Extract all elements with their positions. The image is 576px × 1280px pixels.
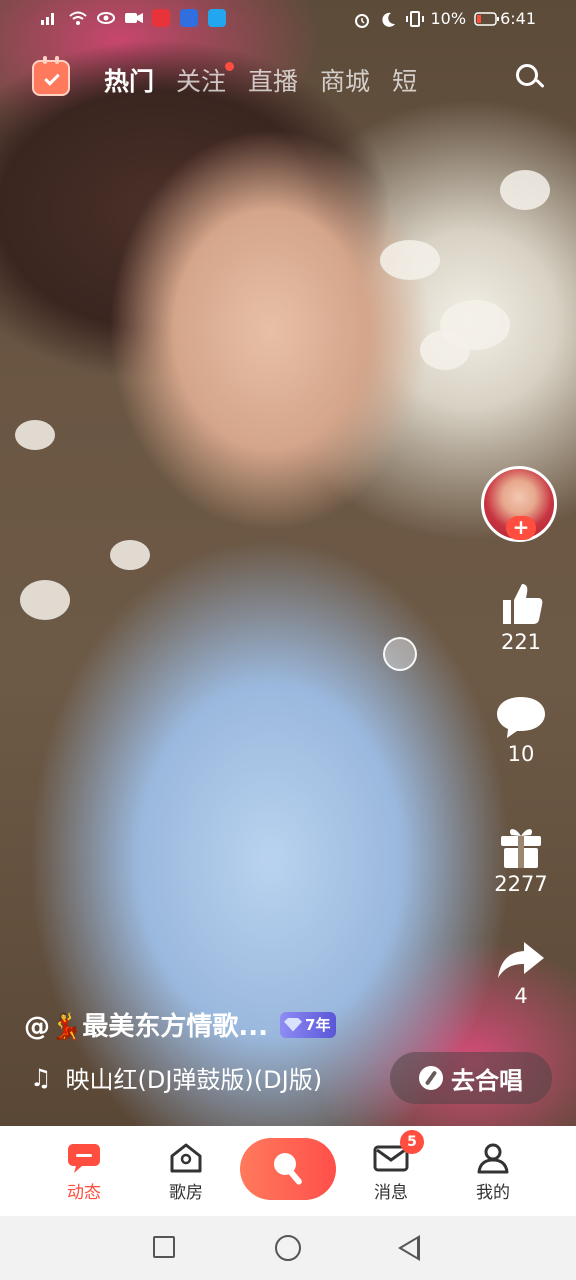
gift-count: 2277 <box>494 872 548 896</box>
like-button[interactable]: 221 <box>478 580 564 654</box>
battery-percent: 10% <box>430 9 467 28</box>
user-icon <box>475 1142 511 1174</box>
vip-years: 7年 <box>305 1016 331 1034</box>
vip-badge: 7年 <box>280 1011 337 1038</box>
tab-short[interactable]: 短 <box>392 62 420 98</box>
tab-profile[interactable]: 我的 <box>453 1142 533 1203</box>
like-count: 221 <box>500 630 542 654</box>
clock-time: 6:41 <box>500 9 536 28</box>
song-title: 映山红(DJ弹鼓版)(DJ版) <box>65 1066 323 1094</box>
feed-tabs: 热门 关注 直播 商城 短 <box>104 62 420 98</box>
app-notification-icon <box>152 9 170 27</box>
tab-rooms[interactable]: 歌房 <box>146 1142 226 1203</box>
vibrate-icon <box>405 10 424 27</box>
tab-messages-label: 消息 <box>374 1183 408 1203</box>
tab-following[interactable]: 关注 <box>176 62 235 98</box>
system-navigation-bar <box>0 1216 576 1280</box>
thumbs-up-icon <box>503 584 543 624</box>
feed-icon <box>66 1142 102 1174</box>
reader-icon <box>208 9 226 27</box>
chorus-label: 去合唱 <box>451 1066 523 1095</box>
comment-button[interactable]: 10 <box>478 694 564 766</box>
new-content-dot <box>225 62 235 71</box>
tab-feed-label: 动态 <box>67 1183 101 1203</box>
baidu-icon <box>180 9 198 27</box>
signal-off-icon <box>40 10 58 26</box>
moon-icon <box>379 11 397 27</box>
progress-handle[interactable] <box>383 637 417 671</box>
back-icon[interactable] <box>398 1235 420 1261</box>
author-avatar-button[interactable]: + <box>481 466 561 546</box>
sing-button[interactable] <box>240 1138 336 1200</box>
share-arrow-icon <box>498 942 544 978</box>
tab-mall[interactable]: 商城 <box>320 62 370 98</box>
gift-button[interactable]: 2277 <box>478 824 564 896</box>
tab-following-label: 关注 <box>176 67 227 96</box>
music-note-icon: ♫ <box>30 1063 52 1092</box>
gift-icon <box>501 829 541 868</box>
comment-bubble-icon <box>497 697 545 738</box>
author-name[interactable]: @💃最美东方情歌... 7年 <box>24 1006 337 1043</box>
check-in-calendar-icon[interactable] <box>32 56 70 96</box>
microphone-icon <box>419 1066 443 1090</box>
tab-hot[interactable]: 热门 <box>104 62 154 98</box>
status-bar: 10% 6:41 <box>0 0 576 40</box>
bottom-tab-bar: 动态 歌房 消息 5 我的 <box>0 1126 576 1216</box>
follow-button[interactable]: + <box>506 516 536 540</box>
tab-profile-label: 我的 <box>476 1183 510 1203</box>
tab-feed[interactable]: 动态 <box>44 1142 124 1203</box>
join-chorus-button[interactable]: 去合唱 <box>390 1052 552 1104</box>
action-rail: + 221 10 2277 4 <box>478 466 564 1008</box>
video-camera-icon <box>124 10 143 26</box>
author-name-text: @💃最美东方情歌... <box>24 1012 269 1042</box>
tab-rooms-label: 歌房 <box>169 1183 203 1203</box>
battery-icon <box>474 11 500 27</box>
share-button[interactable]: 4 <box>478 938 564 1008</box>
recent-apps-icon[interactable] <box>153 1236 175 1258</box>
house-icon <box>168 1142 204 1174</box>
search-icon[interactable] <box>514 62 546 94</box>
tab-live[interactable]: 直播 <box>248 62 298 98</box>
alarm-icon <box>353 11 371 28</box>
message-count-badge: 5 <box>400 1130 424 1154</box>
home-icon[interactable] <box>275 1235 301 1261</box>
wifi-icon <box>68 10 87 26</box>
song-info[interactable]: ♫ 映山红(DJ弹鼓版)(DJ版) <box>30 1060 322 1095</box>
top-navigation: 热门 关注 直播 商城 短 <box>0 56 576 106</box>
share-count: 4 <box>514 984 528 1008</box>
eye-icon <box>96 10 115 26</box>
diamond-icon <box>284 1017 303 1032</box>
comment-count: 10 <box>507 742 535 766</box>
